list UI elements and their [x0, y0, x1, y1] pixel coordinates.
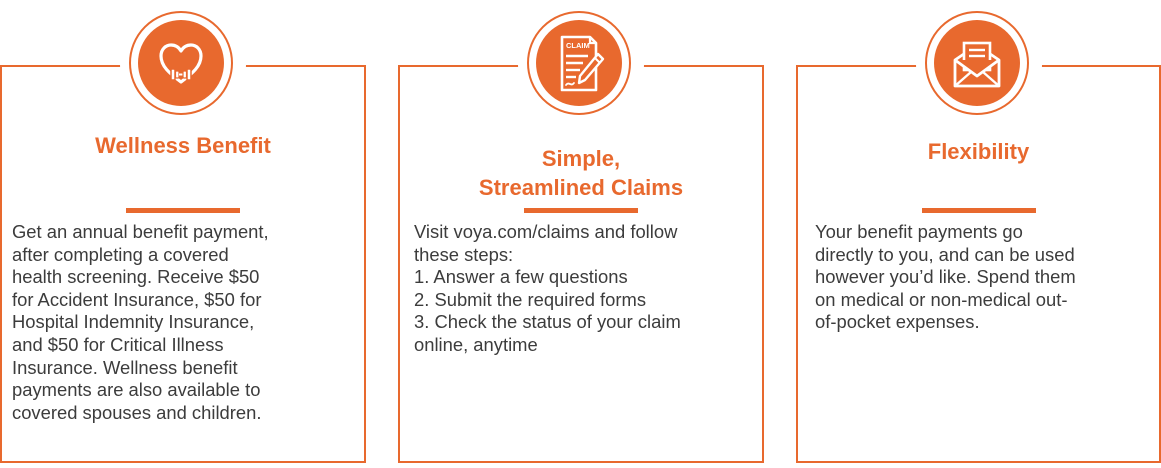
claims-card: CLAIM Simple, Streamlined Claims Visit v…	[398, 2, 764, 463]
body-line: 2. Submit the required forms	[414, 288, 647, 310]
flexibility-badge	[915, 2, 1042, 128]
card-body: Your benefit payments go directly to you…	[815, 221, 1151, 334]
card-title: Flexibility	[798, 137, 1159, 166]
body-line: 1. Answer a few questions	[414, 266, 628, 288]
body-line: payments are also available to	[12, 379, 261, 401]
body-line: of-pocket expenses.	[815, 311, 980, 333]
card-body: Visit voya.com/claims and follow these s…	[414, 221, 754, 357]
body-line: these steps:	[414, 243, 514, 265]
card-title: Wellness Benefit	[2, 131, 364, 160]
body-line: directly to you, and can be used	[815, 243, 1075, 265]
body-line: 3. Check the status of your claim	[414, 311, 681, 333]
wellness-benefit-card: Wellness Benefit Get an annual benefit p…	[0, 2, 366, 463]
body-line: health screening. Receive $50	[12, 266, 260, 288]
body-line: covered spouses and children.	[12, 401, 262, 423]
title-divider	[126, 208, 240, 213]
heart-dumbbell-icon	[159, 43, 203, 84]
card-title-line: Streamlined Claims	[478, 175, 684, 200]
body-line: online, anytime	[414, 333, 538, 355]
claim-form-icon: CLAIM	[560, 35, 605, 92]
flexibility-card: Flexibility Your benefit payments go dir…	[796, 2, 1161, 463]
body-line: Your benefit payments go	[815, 221, 1023, 242]
card-title: Simple, Streamlined Claims	[400, 144, 762, 202]
card-title-line: Flexibility	[927, 139, 1030, 164]
claims-badge: CLAIM	[518, 2, 644, 128]
body-line: Get an annual benefit payment,	[12, 221, 269, 242]
title-divider	[524, 208, 638, 213]
claim-icon-label: CLAIM	[566, 41, 590, 50]
body-line: for Accident Insurance, $50 for	[12, 288, 262, 310]
card-body: Get an annual benefit payment, after com…	[12, 221, 356, 424]
wellness-badge	[120, 2, 246, 128]
body-line: and $50 for Critical Illness	[12, 333, 224, 355]
title-divider	[921, 208, 1036, 213]
body-line: however you’d like. Spend them	[815, 266, 1076, 288]
body-line: Hospital Indemnity Insurance,	[12, 311, 255, 333]
card-title-line: Simple,	[541, 146, 621, 171]
envelope-letter-icon	[953, 41, 1000, 88]
body-line: Visit voya.com/claims and follow	[414, 221, 678, 242]
body-line: after completing a covered	[12, 243, 229, 265]
body-line: Insurance. Wellness benefit	[12, 356, 238, 378]
body-line: on medical or non-medical out-	[815, 288, 1068, 310]
card-title-line: Wellness Benefit	[95, 133, 271, 158]
